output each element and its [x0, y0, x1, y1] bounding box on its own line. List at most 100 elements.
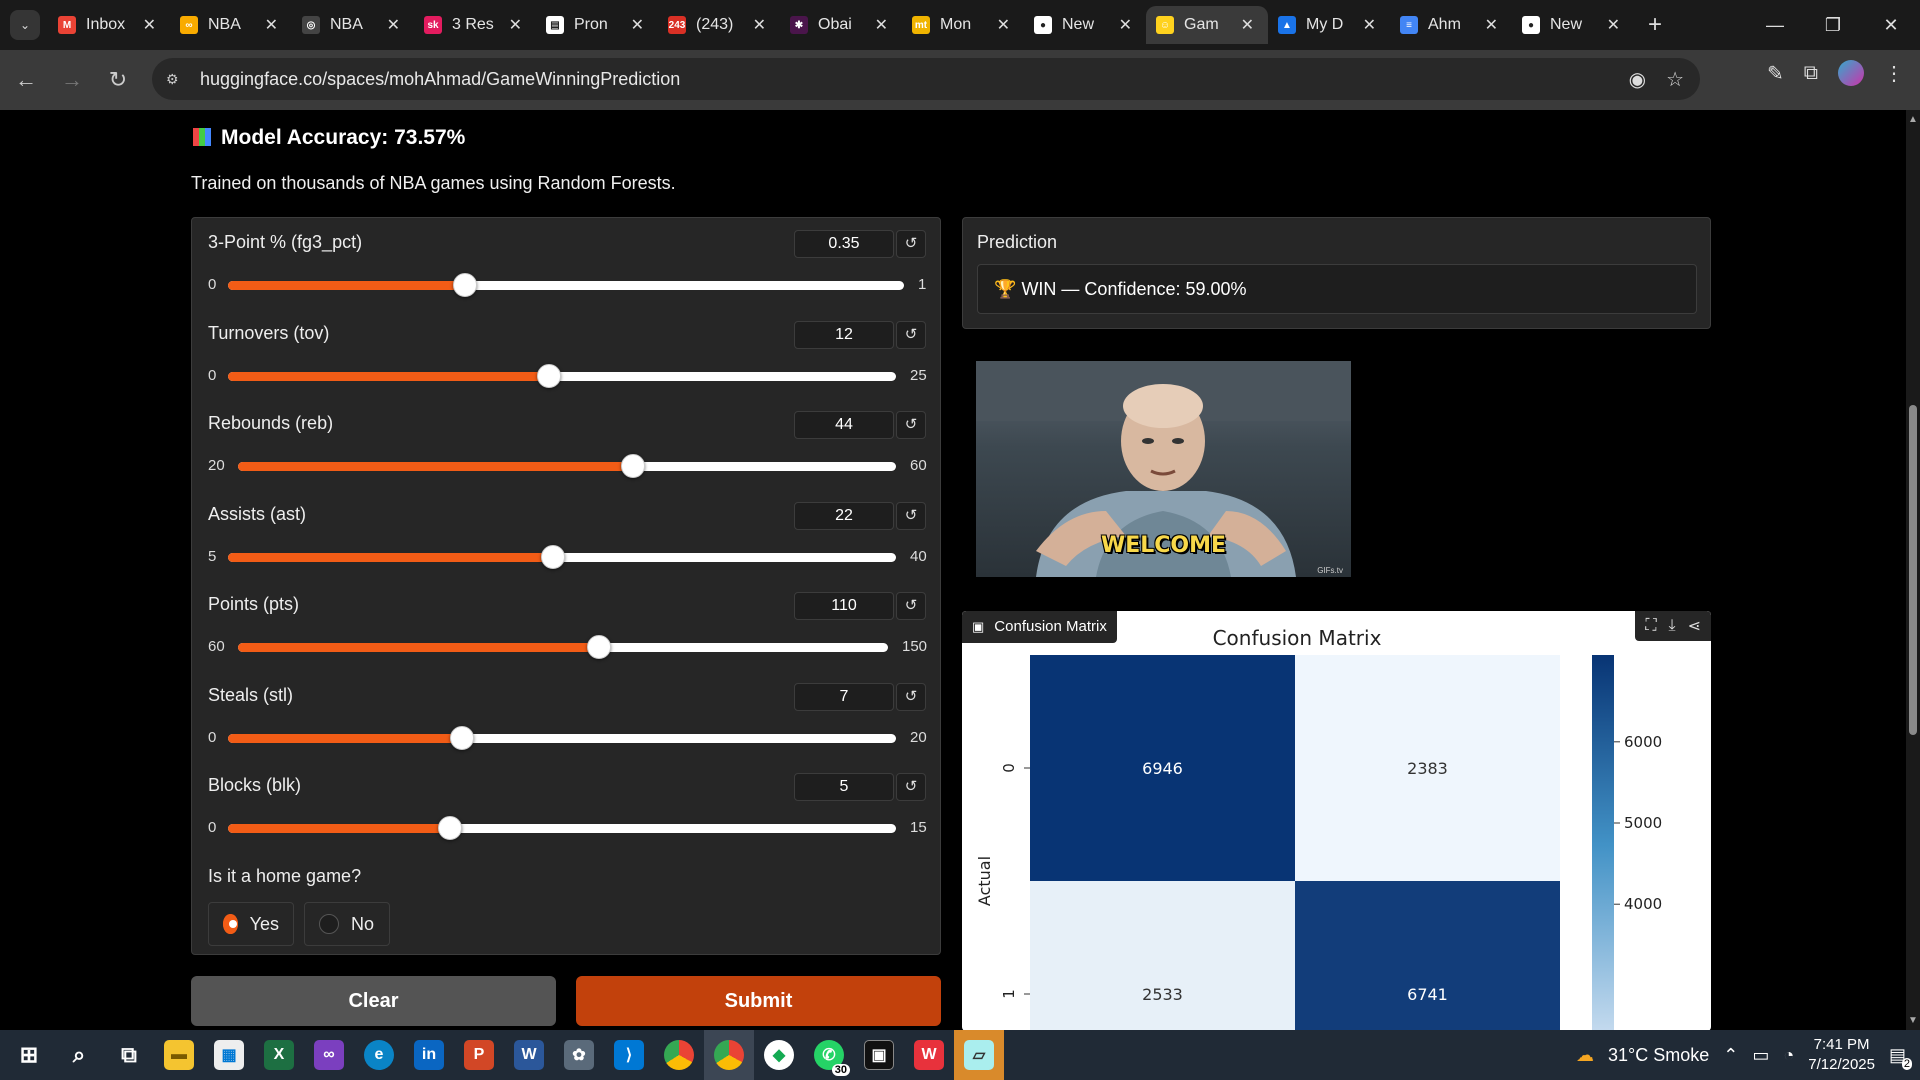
tab-close-icon[interactable]: ✕: [143, 15, 156, 35]
slider-track[interactable]: [228, 363, 896, 388]
weather-text[interactable]: 31°C Smoke: [1608, 1045, 1709, 1066]
tab-close-icon[interactable]: ✕: [387, 15, 400, 35]
profile-avatar[interactable]: [1838, 60, 1864, 86]
powerpoint-icon[interactable]: P: [454, 1030, 504, 1080]
browser-tab[interactable]: 243 (243) ✕: [658, 6, 780, 44]
windows-start-icon[interactable]: ⊞: [4, 1030, 54, 1080]
submit-button[interactable]: Submit: [576, 976, 941, 1026]
bookmark-star-icon[interactable]: ☆: [1666, 67, 1684, 92]
battery-icon[interactable]: ▭: [1752, 1045, 1769, 1066]
browser-tab[interactable]: ≡ Ahm ✕: [1390, 6, 1512, 44]
file-explorer-icon[interactable]: ▬: [154, 1030, 204, 1080]
reset-icon[interactable]: ↺: [896, 682, 926, 711]
tab-close-icon[interactable]: ✕: [1119, 15, 1132, 35]
restore-button[interactable]: ❐: [1804, 0, 1862, 50]
clock[interactable]: 7:41 PM 7/12/2025: [1808, 1035, 1875, 1075]
tab-close-icon[interactable]: ✕: [1241, 15, 1254, 35]
slider-track[interactable]: [228, 273, 904, 297]
linkedin-icon[interactable]: in: [404, 1030, 454, 1080]
mongodb-icon[interactable]: ◆: [754, 1030, 804, 1080]
browser-tab[interactable]: M Inbox ✕: [48, 6, 170, 44]
reset-icon[interactable]: ↺: [896, 320, 926, 349]
slider-number-input[interactable]: 7: [794, 682, 894, 711]
reset-icon[interactable]: ↺: [896, 592, 926, 620]
wifi-icon[interactable]: ◔: [1783, 1045, 1794, 1066]
url-text[interactable]: huggingface.co/spaces/mohAhmad/GameWinni…: [200, 69, 680, 90]
reload-icon[interactable]: ↻: [98, 67, 138, 93]
new-tab-button[interactable]: +: [1640, 11, 1670, 39]
visual-studio-icon[interactable]: ∞: [304, 1030, 354, 1080]
slider-number-input[interactable]: 5: [794, 773, 894, 801]
browser-tab[interactable]: ∞ NBA ✕: [170, 6, 292, 44]
paint-icon[interactable]: ✿: [554, 1030, 604, 1080]
slider-track[interactable]: [228, 816, 896, 840]
excel-icon[interactable]: X: [254, 1030, 304, 1080]
task-view-icon[interactable]: ⧉: [104, 1030, 154, 1080]
notes-app-icon[interactable]: ▱: [954, 1030, 1004, 1080]
slider-handle[interactable]: [453, 273, 477, 297]
slider-handle[interactable]: [537, 363, 561, 388]
chrome-active-icon[interactable]: [704, 1030, 754, 1080]
slider-track[interactable]: [228, 544, 896, 569]
tab-close-icon[interactable]: ✕: [875, 15, 888, 35]
notification-icon[interactable]: ▤ 2: [1889, 1045, 1912, 1070]
tab-close-icon[interactable]: ✕: [265, 15, 278, 35]
extensions-icon[interactable]: ⧉: [1804, 62, 1818, 85]
radio-no[interactable]: No: [304, 902, 390, 946]
fullscreen-icon[interactable]: ⛶: [1645, 617, 1656, 635]
minimize-button[interactable]: —: [1746, 0, 1804, 50]
browser-tab[interactable]: mt Mon ✕: [902, 6, 1024, 44]
slider-number-input[interactable]: 110: [794, 592, 894, 620]
app-icon[interactable]: ▣: [854, 1030, 904, 1080]
tab-close-icon[interactable]: ✕: [1607, 15, 1620, 35]
whatsapp-icon[interactable]: ✆ 30: [804, 1030, 854, 1080]
browser-tab[interactable]: ▤ Pron ✕: [536, 6, 658, 44]
close-window-button[interactable]: ✕: [1862, 0, 1920, 50]
tab-close-icon[interactable]: ✕: [753, 15, 766, 35]
radio-yes-dot[interactable]: [223, 914, 238, 934]
word-icon[interactable]: W: [504, 1030, 554, 1080]
reset-icon[interactable]: ↺: [896, 230, 926, 258]
vscode-icon[interactable]: ⟩: [604, 1030, 654, 1080]
search-icon[interactable]: ⌕: [54, 1030, 104, 1080]
site-info-icon[interactable]: ⚙: [166, 71, 186, 88]
tab-search-button[interactable]: ⌄: [10, 10, 40, 40]
address-bar[interactable]: ⚙ huggingface.co/spaces/mohAhmad/GameWin…: [152, 58, 1700, 100]
reset-icon[interactable]: ↺: [896, 411, 926, 439]
browser-tab[interactable]: ☺ Gam ✕: [1146, 6, 1268, 44]
chevron-up-icon[interactable]: ⌃: [1723, 1045, 1738, 1066]
pen-icon[interactable]: ✎: [1767, 61, 1784, 86]
share-icon[interactable]: ⋖: [1688, 616, 1701, 636]
chrome-icon[interactable]: [654, 1030, 704, 1080]
slider-handle[interactable]: [450, 725, 474, 750]
page-scrollbar[interactable]: ▲ ▼: [1906, 110, 1920, 1030]
slider-handle[interactable]: [621, 454, 645, 478]
menu-icon[interactable]: ⋮: [1884, 61, 1904, 86]
slider-handle[interactable]: [438, 816, 462, 840]
forward-icon[interactable]: →: [52, 67, 92, 93]
slider-number-input[interactable]: 44: [794, 411, 894, 439]
browser-tab[interactable]: ✱ Obai ✕: [780, 6, 902, 44]
radio-yes[interactable]: Yes: [208, 902, 294, 946]
clear-button[interactable]: Clear: [191, 976, 556, 1026]
slider-handle[interactable]: [541, 544, 565, 569]
scroll-down-icon[interactable]: ▼: [1908, 1015, 1918, 1026]
browser-tab[interactable]: ▲ My D ✕: [1268, 6, 1390, 44]
browser-tab[interactable]: ◎ NBA ✕: [292, 6, 414, 44]
tab-close-icon[interactable]: ✕: [1485, 15, 1498, 35]
tab-close-icon[interactable]: ✕: [509, 15, 522, 35]
slider-number-input[interactable]: 22: [794, 501, 894, 530]
back-icon[interactable]: ←: [6, 67, 46, 93]
tab-close-icon[interactable]: ✕: [997, 15, 1010, 35]
eye-off-icon[interactable]: ◉: [1629, 67, 1646, 92]
radio-no-dot[interactable]: [319, 914, 339, 934]
tab-close-icon[interactable]: ✕: [1363, 15, 1376, 35]
browser-tab[interactable]: ● New ✕: [1024, 6, 1146, 44]
browser-tab[interactable]: ● New ✕: [1512, 6, 1634, 44]
slider-handle[interactable]: [587, 635, 611, 659]
slider-track[interactable]: [238, 454, 896, 478]
download-icon[interactable]: ⤓: [1669, 617, 1676, 635]
store-icon[interactable]: ▦: [204, 1030, 254, 1080]
reset-icon[interactable]: ↺: [896, 773, 926, 801]
scroll-up-icon[interactable]: ▲: [1908, 114, 1918, 125]
